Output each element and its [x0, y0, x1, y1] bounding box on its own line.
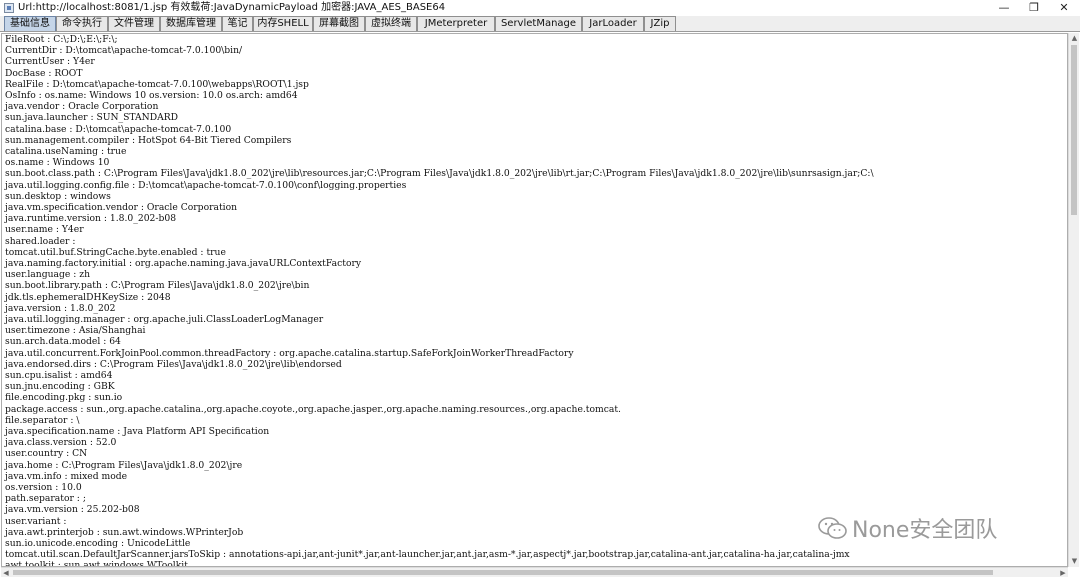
info-line: java.util.logging.config.file : D:\tomca… — [5, 179, 407, 191]
window-titlebar: Url:http://localhost:8081/1.jsp 有效载荷:Jav… — [0, 0, 1080, 16]
scroll-left-arrow-icon[interactable]: ◀ — [1, 568, 11, 578]
tab-screenshot[interactable]: 屏幕截图 — [313, 16, 365, 31]
info-line: sun.arch.data.model : 64 — [5, 336, 121, 348]
info-line: java.specification.name : Java Platform … — [5, 426, 270, 437]
info-line: java.version : 1.8.0_202 — [5, 302, 116, 314]
info-line: user.name : Y4er — [5, 224, 84, 236]
tab-file-manager[interactable]: 文件管理 — [108, 16, 160, 31]
info-line: package.access : sun.,org.apache.catalin… — [5, 403, 621, 415]
tab-notes[interactable]: 笔记 — [222, 16, 253, 31]
info-text-area[interactable]: FileRoot : C:\;D:\;E:\;F:\; CurrentDir : … — [1, 33, 1068, 567]
tab-jmeterpreter[interactable]: JMeterpreter — [417, 16, 495, 31]
info-line: sun.io.unicode.encoding : UnicodeLittle — [5, 538, 191, 549]
info-line: DocBase : ROOT — [5, 67, 83, 79]
info-line: user.country : CN — [5, 448, 88, 460]
info-line: sun.desktop : windows — [5, 190, 111, 202]
info-line: java.util.concurrent.ForkJoinPool.common… — [5, 347, 574, 359]
horizontal-scrollbar[interactable]: ◀ ▶ — [1, 567, 1068, 577]
info-line: file.encoding.pkg : sun.io — [5, 392, 123, 404]
info-line: os.name : Windows 10 — [5, 157, 110, 169]
info-line: catalina.useNaming : true — [5, 146, 127, 157]
info-line: java.naming.factory.initial : org.apache… — [5, 258, 362, 269]
info-line: sun.boot.library.path : C:\Program Files… — [5, 280, 310, 292]
info-line: awt.toolkit : sun.awt.windows.WToolkit — [5, 560, 188, 567]
info-line: shared.loader : — [5, 235, 76, 247]
window-title: Url:http://localhost:8081/1.jsp 有效载荷:Jav… — [18, 2, 446, 13]
tab-memory-shell[interactable]: 内存SHELL — [253, 16, 313, 31]
info-line: RealFile : D:\tomcat\apache-tomcat-7.0.1… — [5, 78, 309, 90]
scroll-right-arrow-icon[interactable]: ▶ — [1058, 568, 1068, 578]
horizontal-scroll-thumb[interactable] — [13, 570, 993, 575]
info-line: java.vendor : Oracle Corporation — [5, 101, 159, 113]
info-line: java.vm.specification.vendor : Oracle Co… — [5, 202, 238, 213]
close-button[interactable]: ✕ — [1049, 0, 1079, 16]
tab-servletmanage[interactable]: ServletManage — [495, 16, 582, 31]
info-line: sun.cpu.isalist : amd64 — [5, 370, 113, 381]
app-icon — [4, 3, 14, 13]
info-line: FileRoot : C:\;D:\;E:\;F:\; — [5, 34, 118, 45]
vertical-scroll-thumb[interactable] — [1071, 45, 1077, 215]
info-line: tomcat.util.buf.StringCache.byte.enabled… — [5, 246, 226, 258]
info-line: java.vm.version : 25.202-b08 — [5, 504, 140, 516]
info-line: sun.boot.class.path : C:\Program Files\J… — [5, 168, 874, 180]
watermark-text: None安全团队 — [852, 518, 998, 543]
info-line: os.version : 10.0 — [5, 482, 82, 493]
scroll-up-arrow-icon[interactable]: ▲ — [1069, 33, 1080, 44]
tab-database-manager[interactable]: 数据库管理 — [160, 16, 222, 31]
info-line: path.separator : ; — [5, 493, 86, 505]
info-line: tomcat.util.scan.DefaultJarScanner.jarsT… — [5, 549, 850, 561]
info-line: user.language : zh — [5, 269, 90, 281]
scroll-down-arrow-icon[interactable]: ▼ — [1069, 556, 1080, 567]
info-line: OsInfo : os.name: Windows 10 os.version:… — [5, 90, 298, 101]
info-line: user.variant : — [5, 515, 67, 527]
tab-basic-info[interactable]: 基础信息 — [4, 16, 56, 31]
minimize-button[interactable]: — — [989, 0, 1019, 16]
tab-bar: 基础信息 命令执行 文件管理 数据库管理 笔记 内存SHELL 屏幕截图 虚拟终… — [0, 16, 1080, 32]
watermark: None安全团队 — [818, 513, 997, 543]
info-line: CurrentUser : Y4er — [5, 56, 95, 68]
info-line: java.home : C:\Program Files\Java\jdk1.8… — [5, 459, 243, 471]
tab-jzip[interactable]: JZip — [644, 16, 676, 31]
info-line: CurrentDir : D:\tomcat\apache-tomcat-7.0… — [5, 45, 243, 57]
info-line: file.separator : \ — [5, 414, 80, 426]
info-line: sun.jnu.encoding : GBK — [5, 381, 115, 393]
info-line: java.endorsed.dirs : C:\Program Files\Ja… — [5, 358, 342, 370]
info-line: jdk.tls.ephemeralDHKeySize : 2048 — [5, 291, 171, 303]
info-line: catalina.base : D:\tomcat\apache-tomcat-… — [5, 123, 232, 135]
info-line: sun.java.launcher : SUN_STANDARD — [5, 112, 179, 124]
tab-virtual-terminal[interactable]: 虚拟终端 — [365, 16, 417, 31]
tab-command-exec[interactable]: 命令执行 — [56, 16, 108, 31]
wechat-icon — [818, 517, 847, 539]
info-line: user.timezone : Asia/Shanghai — [5, 325, 146, 337]
info-line: sun.management.compiler : HotSpot 64-Bit… — [5, 134, 292, 146]
tab-jarloader[interactable]: JarLoader — [582, 16, 644, 31]
vertical-scrollbar[interactable]: ▲ ▼ — [1068, 33, 1079, 567]
info-line: java.vm.info : mixed mode — [5, 470, 128, 482]
info-line: java.runtime.version : 1.8.0_202-b08 — [5, 213, 177, 225]
info-line: java.class.version : 52.0 — [5, 437, 117, 449]
info-line: java.util.logging.manager : org.apache.j… — [5, 314, 324, 325]
maximize-button[interactable]: ❐ — [1019, 0, 1049, 16]
info-line: java.awt.printerjob : sun.awt.windows.WP… — [5, 526, 244, 538]
